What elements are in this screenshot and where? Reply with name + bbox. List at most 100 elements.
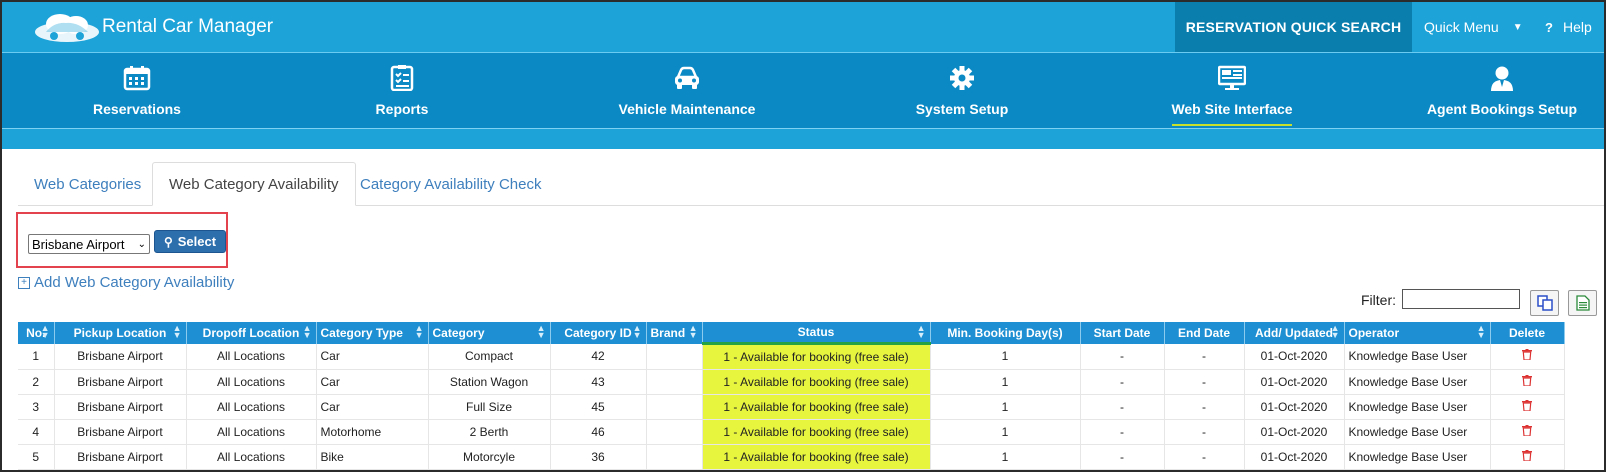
table-row[interactable]: 3 Brisbane Airport All Locations Car Ful… bbox=[18, 394, 1565, 420]
quick-menu-dropdown[interactable]: Quick Menu ▼ bbox=[1424, 2, 1523, 52]
cell-no: 4 bbox=[18, 419, 55, 445]
nav-web-site-interface-label: Web Site Interface bbox=[1157, 101, 1307, 117]
col-header-delete: Delete bbox=[1490, 322, 1565, 344]
col-header-dropoff-location[interactable]: Dropoff Location ▲ ▼ bbox=[186, 322, 317, 344]
cell-no: 3 bbox=[18, 394, 55, 420]
trash-icon[interactable] bbox=[1522, 349, 1532, 361]
cell-category-id: 46 bbox=[550, 419, 647, 445]
col-header-label: Category ID bbox=[564, 325, 632, 340]
help-link[interactable]: ? Help bbox=[1545, 2, 1592, 52]
nav-reservations-label: Reservations bbox=[93, 101, 181, 117]
cell-end-date: - bbox=[1164, 419, 1245, 445]
cell-start-date: - bbox=[1080, 419, 1165, 445]
trash-icon[interactable] bbox=[1522, 375, 1532, 386]
cell-start-date: - bbox=[1080, 444, 1165, 470]
trash-icon[interactable] bbox=[1522, 400, 1532, 411]
checklist-icon bbox=[390, 65, 414, 91]
cell-no: 2 bbox=[18, 369, 55, 395]
col-header-no[interactable]: No. ▲ ▼ bbox=[18, 322, 55, 344]
cell-min-days: 1 bbox=[930, 369, 1081, 395]
cell-updated: 01-Oct-2020 bbox=[1244, 343, 1345, 370]
tab-web-categories[interactable]: Web Categories bbox=[18, 162, 157, 206]
app-title: Rental Car Manager bbox=[102, 16, 274, 37]
cell-category-link[interactable]: 2 Berth bbox=[428, 419, 551, 445]
cell-type: Motorhome bbox=[316, 419, 429, 445]
car-icon bbox=[675, 66, 699, 89]
nav-agent-bookings-setup-label: Agent Bookings Setup bbox=[1426, 101, 1578, 117]
table-row[interactable]: 1 Brisbane Airport All Locations Car Com… bbox=[18, 343, 1565, 370]
col-header-operator[interactable]: Operator ▲ ▼ bbox=[1344, 322, 1491, 344]
pickup-location-value: Brisbane Airport bbox=[32, 236, 125, 252]
cell-operator: Knowledge Base User bbox=[1344, 444, 1491, 470]
col-header-category-id[interactable]: Category ID ▲ ▼ bbox=[550, 322, 647, 344]
cell-category-id: 36 bbox=[550, 444, 647, 470]
trash-icon[interactable] bbox=[1522, 450, 1532, 461]
sort-icon: ▲ ▼ bbox=[632, 323, 642, 340]
pickup-location-select[interactable]: Brisbane Airport ⌄ bbox=[28, 234, 150, 254]
cell-end-date: - bbox=[1164, 369, 1245, 395]
cell-type: Bike bbox=[316, 444, 429, 470]
cell-operator: Knowledge Base User bbox=[1344, 369, 1491, 395]
chevron-down-icon: ⌄ bbox=[137, 238, 146, 250]
cell-pickup: Brisbane Airport bbox=[54, 419, 187, 445]
cell-status: 1 - Available for booking (free sale) bbox=[702, 369, 931, 395]
nav-reports[interactable]: Reports bbox=[342, 53, 462, 129]
col-header-label: Status bbox=[797, 325, 835, 339]
cell-brand bbox=[646, 419, 703, 445]
col-header-category-type[interactable]: Category Type ▲ ▼ bbox=[316, 322, 429, 344]
col-header-end-date[interactable]: End Date bbox=[1164, 322, 1245, 344]
export-excel-button[interactable] bbox=[1568, 290, 1597, 316]
nav-vehicle-maintenance-label: Vehicle Maintenance bbox=[618, 101, 756, 117]
col-header-start-date[interactable]: Start Date bbox=[1080, 322, 1165, 344]
sort-icon: ▲ ▼ bbox=[40, 323, 50, 340]
table-row[interactable]: 4 Brisbane Airport All Locations Motorho… bbox=[18, 419, 1565, 445]
filter-input[interactable] bbox=[1402, 289, 1520, 309]
cell-category-link[interactable]: Full Size bbox=[428, 394, 551, 420]
app-window: Rental Car Manager RESERVATION QUICK SEA… bbox=[0, 0, 1606, 472]
filter-label: Filter: bbox=[1361, 292, 1396, 308]
cell-pickup: Brisbane Airport bbox=[54, 394, 187, 420]
search-icon: ⚲ bbox=[163, 234, 173, 249]
select-button-label: Select bbox=[177, 234, 217, 249]
cell-min-days: 1 bbox=[930, 343, 1081, 370]
tab-category-availability-check[interactable]: Category Availability Check bbox=[344, 162, 557, 206]
user-icon bbox=[1491, 66, 1513, 91]
add-web-category-availability-link[interactable]: + Add Web Category Availability bbox=[18, 274, 234, 291]
cell-min-days: 1 bbox=[930, 419, 1081, 445]
copy-button[interactable] bbox=[1530, 290, 1559, 316]
col-header-pickup-location[interactable]: Pickup Location ▲ ▼ bbox=[54, 322, 187, 344]
table-row[interactable]: 5 Brisbane Airport All Locations Bike Mo… bbox=[18, 444, 1565, 470]
cell-category-link[interactable]: Compact bbox=[428, 343, 551, 370]
cell-pickup: Brisbane Airport bbox=[54, 369, 187, 395]
reservation-quick-search-button[interactable]: RESERVATION QUICK SEARCH bbox=[1175, 2, 1412, 52]
plus-square-icon: + bbox=[18, 276, 30, 289]
col-header-brand[interactable]: Brand ▲ ▼ bbox=[646, 322, 703, 344]
nav-vehicle-maintenance[interactable]: Vehicle Maintenance bbox=[602, 53, 772, 129]
main-nav: Reservations Reports Vehicle Maintenance bbox=[2, 52, 1604, 129]
col-header-status[interactable]: Status ▲ ▼ bbox=[702, 322, 931, 345]
col-header-category[interactable]: Category ▲ ▼ bbox=[428, 322, 551, 344]
col-header-label: End Date bbox=[1177, 325, 1230, 340]
nav-reservations[interactable]: Reservations bbox=[62, 53, 212, 129]
nav-agent-bookings-setup[interactable]: Agent Bookings Setup bbox=[1422, 53, 1582, 129]
trash-icon[interactable] bbox=[1522, 425, 1532, 436]
col-header-label: Operator bbox=[1348, 325, 1400, 340]
nav-web-site-interface[interactable]: Web Site Interface bbox=[1157, 53, 1307, 129]
col-header-min-booking-days[interactable]: Min. Booking Day(s) bbox=[930, 322, 1081, 344]
cell-category-link[interactable]: Station Wagon bbox=[428, 369, 551, 395]
cell-type: Car bbox=[316, 394, 429, 420]
select-location-button[interactable]: ⚲ Select bbox=[154, 230, 226, 253]
spreadsheet-icon bbox=[1575, 295, 1590, 311]
tab-web-category-availability[interactable]: Web Category Availability bbox=[152, 162, 356, 206]
cell-end-date: - bbox=[1164, 444, 1245, 470]
cell-delete bbox=[1490, 343, 1565, 370]
cloud-car-logo-icon bbox=[35, 14, 99, 42]
table-row[interactable]: 2 Brisbane Airport All Locations Car Sta… bbox=[18, 369, 1565, 395]
sort-icon: ▲ ▼ bbox=[1476, 323, 1486, 340]
cell-category-id: 43 bbox=[550, 369, 647, 395]
cell-type: Car bbox=[316, 343, 429, 370]
cell-category-link[interactable]: Motorcyle bbox=[428, 444, 551, 470]
cell-end-date: - bbox=[1164, 394, 1245, 420]
nav-system-setup[interactable]: System Setup bbox=[892, 53, 1032, 129]
col-header-add-updated[interactable]: Add/ Updated ▲ ▼ bbox=[1244, 322, 1345, 344]
